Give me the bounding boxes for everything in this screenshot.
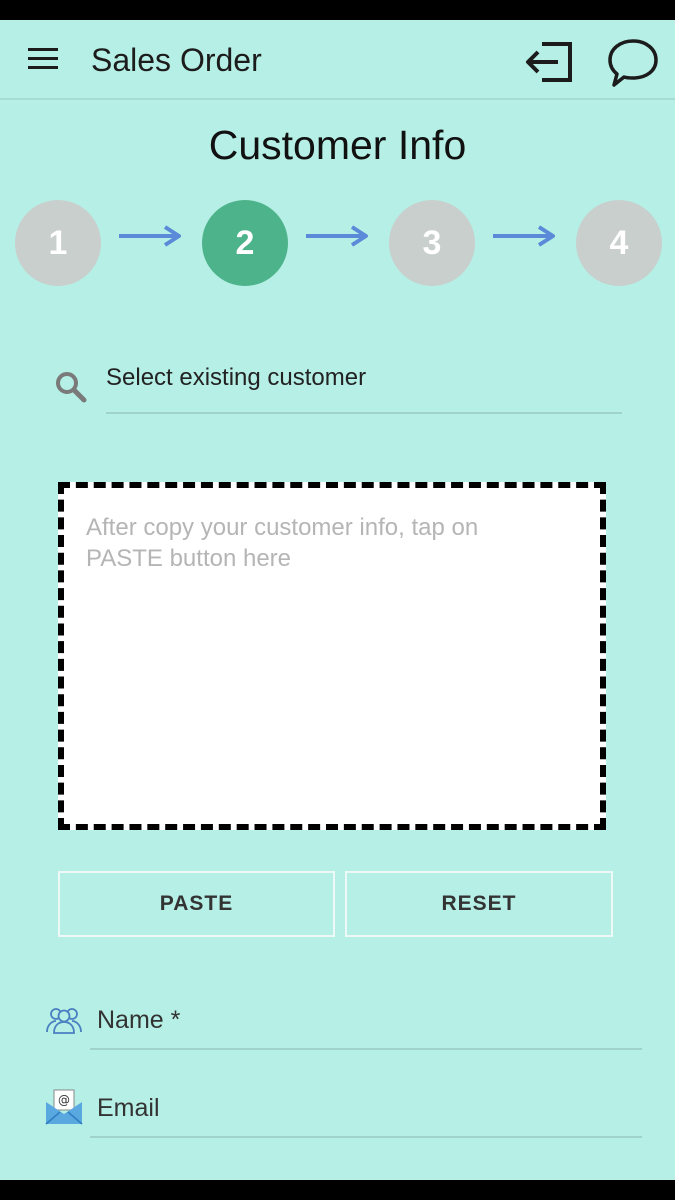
search-underline (106, 412, 622, 414)
app-bar: Sales Order (0, 20, 675, 100)
svg-text:@: @ (58, 1093, 70, 1107)
app-bar-divider (0, 98, 675, 100)
page-title: Customer Info (208, 122, 467, 168)
hamburger-menu-icon[interactable] (28, 48, 60, 72)
paste-button[interactable]: PASTE (58, 871, 335, 937)
step-arrow (493, 225, 555, 247)
step-arrow (119, 225, 181, 247)
step-1[interactable]: 1 (15, 200, 101, 286)
step-3[interactable]: 3 (389, 200, 475, 286)
customer-search-input[interactable]: Select existing customer (106, 364, 366, 392)
email-envelope-icon: @ (45, 1089, 83, 1125)
name-underline (90, 1048, 642, 1050)
contacts-icon (46, 1008, 82, 1034)
logout-icon[interactable] (522, 38, 576, 86)
step-2[interactable]: 2 (202, 200, 288, 286)
search-icon (56, 372, 87, 403)
email-underline (90, 1136, 642, 1138)
reset-button[interactable]: RESET (345, 871, 613, 937)
name-field[interactable]: Name * (97, 1006, 180, 1035)
step-4[interactable]: 4 (576, 200, 662, 286)
textarea-placeholder: After copy your customer info, tap on PA… (86, 514, 479, 572)
chat-bubble-icon[interactable] (606, 36, 660, 90)
navigation-bar (0, 1180, 675, 1200)
app-title: Sales Order (91, 42, 262, 78)
email-field[interactable]: Email (97, 1094, 160, 1123)
customer-info-textarea[interactable]: After copy your customer info, tap on PA… (58, 482, 606, 830)
step-arrow (306, 225, 368, 247)
status-bar (0, 0, 675, 20)
